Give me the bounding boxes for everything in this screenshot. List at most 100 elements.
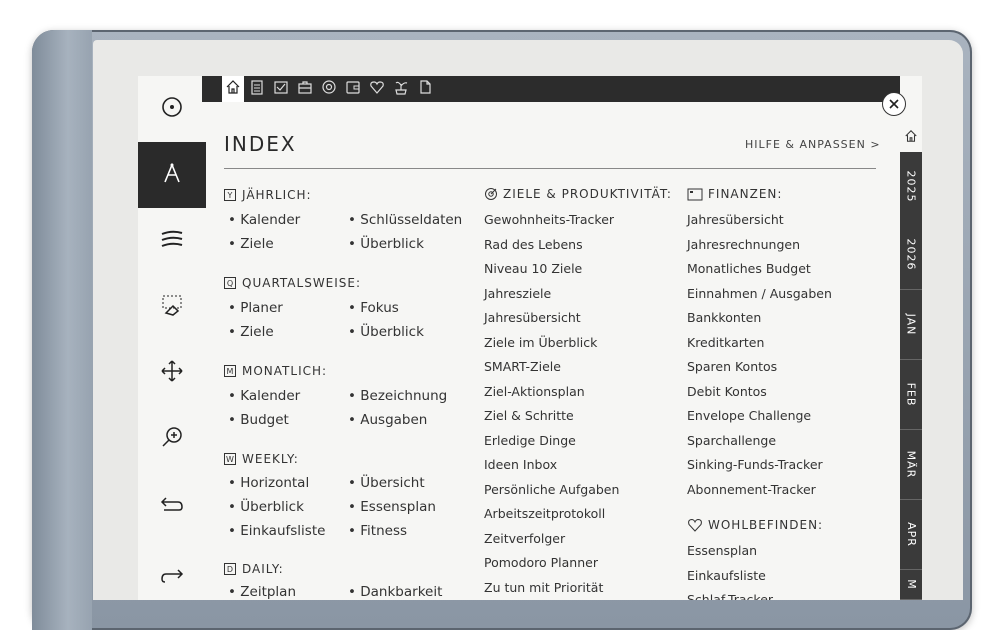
briefcase-icon — [297, 79, 313, 99]
undo-button[interactable] — [138, 472, 206, 538]
tab-home[interactable] — [900, 124, 922, 150]
link-yearly-overview[interactable]: • Überblick — [348, 236, 424, 252]
link-daily-gratitude[interactable]: • Dankbarkeit — [348, 584, 442, 600]
wellbeing-link[interactable]: Einkaufsliste — [687, 568, 766, 583]
finance-link[interactable]: Kreditkarten — [687, 335, 764, 350]
tab-m[interactable]: M — [900, 570, 922, 600]
section-finance-header[interactable]: FINANZEN: — [687, 187, 782, 201]
finance-link[interactable]: Einnahmen / Ausgaben — [687, 286, 832, 301]
tab-label: APR — [904, 522, 918, 547]
nav-heart[interactable] — [366, 76, 388, 102]
link-quarterly-planner[interactable]: • Planer — [228, 300, 283, 316]
nav-page[interactable] — [414, 76, 436, 102]
help-customize-link[interactable]: HILFE & ANPASSEN > — [745, 138, 881, 151]
link-yearly-calendar[interactable]: • Kalender — [228, 212, 300, 228]
section-weekly-header[interactable]: W WEEKLY: — [224, 452, 299, 466]
goals-link[interactable]: Niveau 10 Ziele — [484, 261, 582, 276]
goals-link[interactable]: Ziele im Überblick — [484, 335, 597, 350]
link-monthly-labeling[interactable]: • Bezeichnung — [348, 388, 447, 404]
link-weekly-mealplan[interactable]: • Essensplan — [348, 499, 436, 515]
finance-link[interactable]: Envelope Challenge — [687, 408, 811, 423]
lines-button[interactable] — [138, 208, 206, 274]
finance-link[interactable]: Sinking-Funds-Tracker — [687, 457, 823, 472]
goals-link[interactable]: Erledige Dinge — [484, 433, 576, 448]
wellbeing-link[interactable]: Essensplan — [687, 543, 757, 558]
finance-link[interactable]: Sparchallenge — [687, 433, 776, 448]
nav-target[interactable] — [318, 76, 340, 102]
link-daily-schedule[interactable]: • Zeitplan — [228, 584, 296, 600]
goals-link[interactable]: SMART-Ziele — [484, 359, 561, 374]
finance-link[interactable]: Jahresrechnungen — [687, 237, 800, 252]
link-yearly-keydates[interactable]: • Schlüsseldaten — [348, 212, 462, 228]
link-quarterly-focus[interactable]: • Fokus — [348, 300, 399, 316]
redo-button[interactable] — [138, 544, 206, 600]
tab-2025[interactable]: 2025 — [900, 152, 922, 222]
goals-link[interactable]: Zeitverfolger — [484, 531, 565, 546]
wellbeing-link[interactable]: Schlaf-Tracker — [687, 592, 773, 600]
link-weekly-summary[interactable]: • Übersicht — [348, 475, 425, 491]
link-weekly-overview[interactable]: • Überblick — [228, 499, 304, 515]
finance-link[interactable]: Debit Kontos — [687, 384, 767, 399]
goals-link[interactable]: Ideen Inbox — [484, 457, 557, 472]
link-monthly-budget[interactable]: • Budget — [228, 412, 289, 428]
close-button[interactable] — [882, 92, 906, 116]
nav-plant[interactable] — [390, 76, 412, 102]
link-weekly-fitness[interactable]: • Fitness — [348, 523, 407, 539]
section-quarterly-header[interactable]: Q QUARTALSWEISE: — [224, 276, 361, 290]
tab-feb[interactable]: FEB — [900, 360, 922, 430]
link-weekly-horizontal[interactable]: • Horizontal — [228, 475, 309, 491]
tab-jan[interactable]: JAN — [900, 290, 922, 360]
zoom-button[interactable] — [138, 406, 206, 472]
section-daily-header[interactable]: D DAILY: — [224, 562, 284, 576]
link-label: Zeitplan — [240, 584, 297, 600]
link-label: Ziele — [240, 236, 274, 252]
link-label: Budget — [240, 412, 289, 428]
planner-screen: INDEX HILFE & ANPASSEN > Y JÄHRLICH: • K… — [138, 76, 922, 600]
tab-apr[interactable]: APR — [900, 500, 922, 570]
eraser-button[interactable] — [138, 274, 206, 340]
goals-link[interactable]: Rad des Lebens — [484, 237, 583, 252]
nav-home[interactable] — [222, 76, 244, 102]
finance-link[interactable]: Sparen Kontos — [687, 359, 777, 374]
section-label: FINANZEN: — [708, 187, 783, 201]
top-nav-bar — [202, 76, 900, 102]
tab-label: M — [904, 579, 918, 590]
nav-briefcase[interactable] — [294, 76, 316, 102]
goals-link[interactable]: Pomodoro Planner — [484, 555, 598, 570]
nav-clipboard[interactable] — [246, 76, 268, 102]
link-yearly-goals[interactable]: • Ziele — [228, 236, 274, 252]
link-monthly-calendar[interactable]: • Kalender — [228, 388, 300, 404]
tab-2026[interactable]: 2026 — [900, 220, 922, 290]
link-label: Einkaufsliste — [240, 523, 326, 539]
finance-link[interactable]: Abonnement-Tracker — [687, 482, 816, 497]
section-wellbeing-header[interactable]: WOHLBEFINDEN: — [687, 518, 823, 532]
section-goals-header[interactable]: ZIELE & PRODUKTIVITÄT: — [484, 187, 672, 201]
link-monthly-expenses[interactable]: • Ausgaben — [348, 412, 427, 428]
menu-button[interactable] — [138, 76, 206, 142]
goals-link[interactable]: Ziel-Aktionsplan — [484, 384, 585, 399]
goals-link[interactable]: Ziel & Schritte — [484, 408, 574, 423]
nav-checkbox[interactable] — [270, 76, 292, 102]
link-quarterly-goals[interactable]: • Ziele — [228, 324, 274, 340]
section-monthly-header[interactable]: M MONATLICH: — [224, 364, 327, 378]
goals-link[interactable]: Zu tun mit Priorität — [484, 580, 603, 595]
link-quarterly-overview[interactable]: • Überblick — [348, 324, 424, 340]
link-weekly-shopping[interactable]: • Einkaufsliste — [228, 523, 325, 539]
finance-link[interactable]: Monatliches Budget — [687, 261, 811, 276]
link-label: Essensplan — [360, 499, 436, 515]
undo-icon — [160, 493, 184, 517]
goals-link[interactable]: Persönliche Aufgaben — [484, 482, 619, 497]
goals-link[interactable]: Jahresübersicht — [484, 310, 581, 325]
move-button[interactable] — [138, 340, 206, 406]
finance-link[interactable]: Bankkonten — [687, 310, 761, 325]
goals-link[interactable]: Arbeitszeitprotokoll — [484, 506, 605, 521]
nav-wallet[interactable] — [342, 76, 364, 102]
finance-link[interactable]: Jahresübersicht — [687, 212, 784, 227]
section-yearly-header[interactable]: Y JÄHRLICH: — [224, 188, 312, 202]
plant-icon — [393, 79, 409, 99]
tab-mär[interactable]: MÄR — [900, 430, 922, 500]
pen-tool-button[interactable] — [138, 142, 206, 208]
goals-link[interactable]: Gewohnheits-Tracker — [484, 212, 614, 227]
goals-link[interactable]: Jahresziele — [484, 286, 551, 301]
section-label: WEEKLY: — [242, 452, 299, 466]
